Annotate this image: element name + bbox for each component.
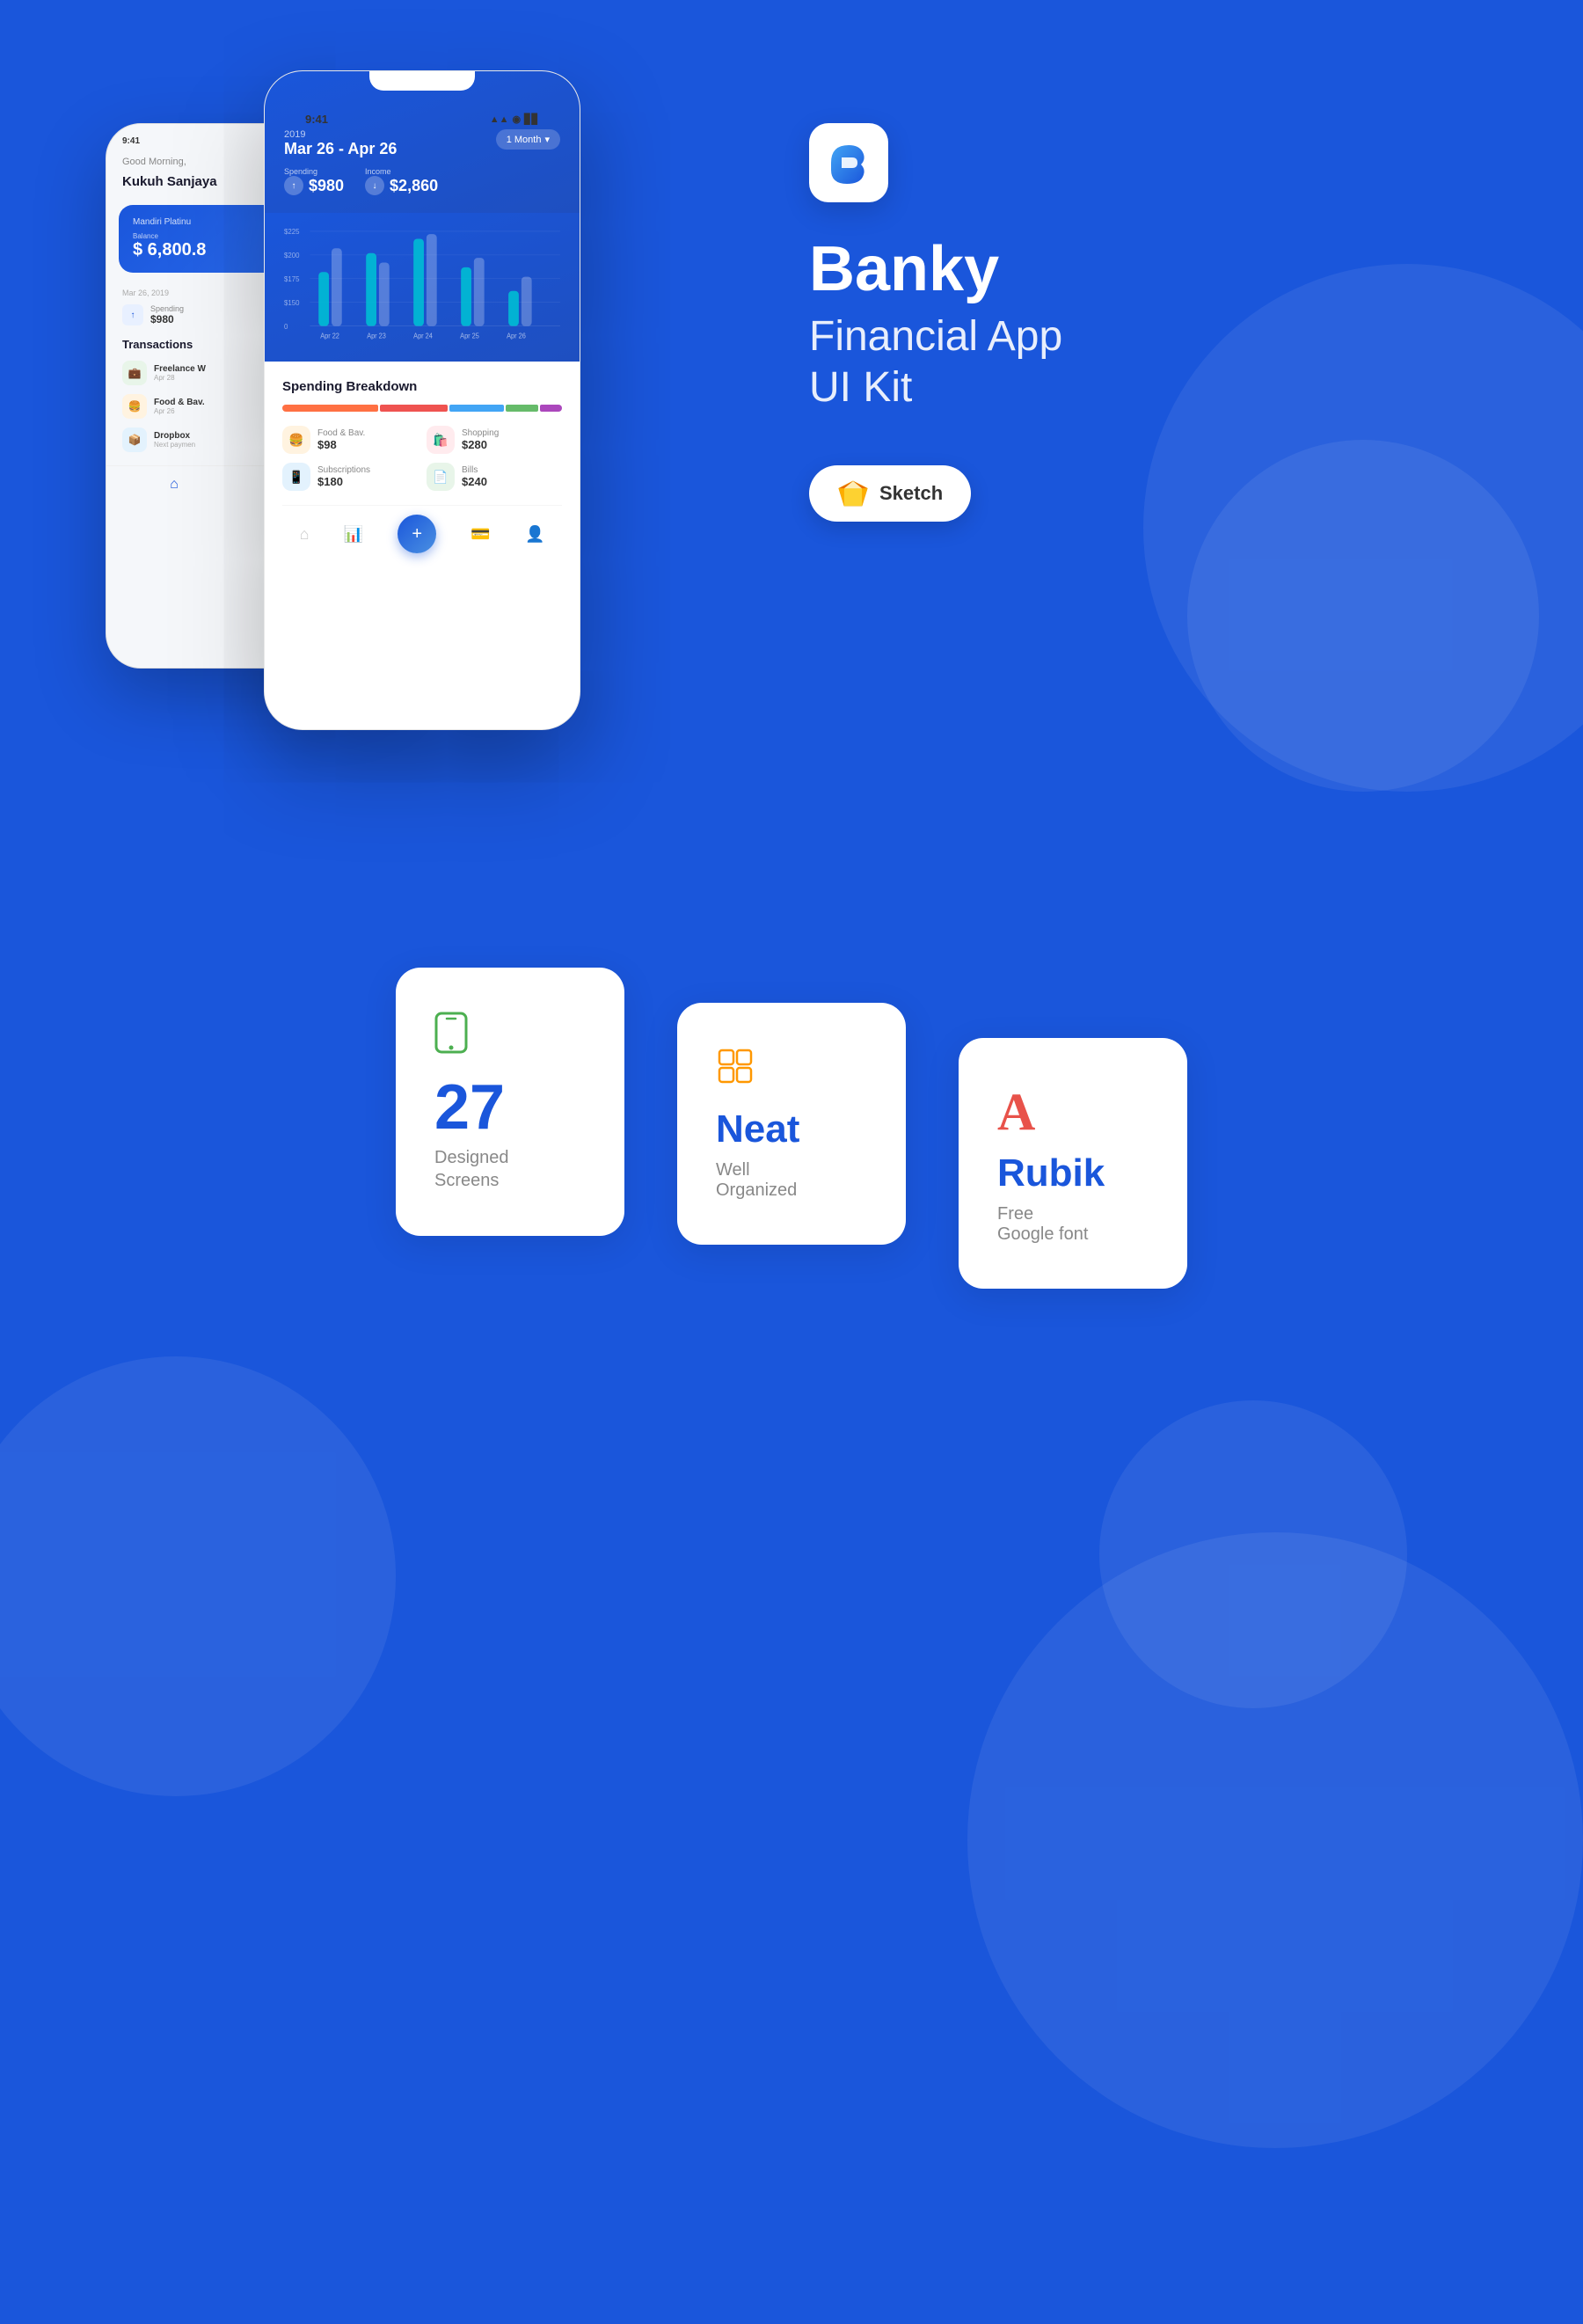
front-header-top: 2019 Mar 26 - Apr 26 1 Month ▾ — [284, 129, 560, 158]
chart-area: $225 $200 $175 $150 0 — [265, 213, 580, 362]
screens-number: 27 — [434, 1076, 586, 1139]
phone-notch — [369, 71, 475, 91]
breakdown-item-food: 🍔 Food & Bav. $98 — [282, 426, 418, 454]
bar-seg-food — [282, 405, 378, 412]
bar-seg-subscriptions — [449, 405, 504, 412]
svg-text:0: 0 — [284, 323, 288, 331]
back-tx-icon-1: 💼 — [122, 361, 147, 385]
chart-svg: $225 $200 $175 $150 0 — [284, 220, 560, 343]
feature-card-neat: Neat Well Organized — [677, 1003, 906, 1245]
subscriptions-icon: 📱 — [282, 463, 310, 491]
bar-seg-bills — [506, 405, 538, 412]
layers-icon-wrap — [716, 1047, 867, 1090]
breakdown-item-subscriptions: 📱 Subscriptions $180 — [282, 463, 418, 491]
breakdown-grid: 🍔 Food & Bav. $98 🛍️ Shopping $280 — [282, 426, 562, 491]
front-nav-home[interactable]: ⌂ — [300, 525, 310, 544]
front-nav-card[interactable]: 💳 — [471, 525, 490, 544]
sketch-badge[interactable]: Sketch — [809, 465, 971, 522]
shopping-icon: 🛍️ — [427, 426, 455, 454]
front-date-range: Mar 26 - Apr 26 — [284, 140, 397, 158]
font-name: Rubik — [997, 1151, 1149, 1195]
back-nav-home[interactable]: ⌂ — [170, 477, 179, 494]
breakdown-bar — [282, 405, 562, 412]
svg-text:Apr 22: Apr 22 — [320, 332, 339, 340]
breakdown-item-bills: 📄 Bills $240 — [427, 463, 562, 491]
svg-text:$200: $200 — [284, 252, 300, 259]
spending-breakdown-title: Spending Breakdown — [282, 379, 562, 394]
front-nav-profile[interactable]: 👤 — [525, 525, 544, 544]
back-tx-icon-3: 📦 — [122, 428, 147, 452]
font-letter-icon: A — [997, 1082, 1149, 1143]
front-year: 2019 — [284, 129, 397, 140]
front-nav-add-button[interactable]: + — [398, 515, 436, 553]
spending-stat: Spending ↑ $980 — [284, 167, 344, 195]
svg-text:Apr 23: Apr 23 — [367, 332, 386, 340]
right-content: Banky Financial App UI Kit Sketch — [721, 70, 1477, 522]
bar-seg-shopping — [380, 405, 449, 412]
layers-icon — [716, 1047, 755, 1085]
svg-text:Apr 24: Apr 24 — [413, 332, 433, 340]
period-label: 1 Month — [507, 135, 542, 145]
front-nav: ⌂ 📊 + 💳 👤 — [282, 505, 562, 567]
phone-icon-wrap — [434, 1012, 586, 1058]
font-desc: Free Google font — [997, 1204, 1149, 1245]
front-stats: Spending ↑ $980 Income ↓ $2,860 — [284, 167, 560, 195]
feature-card-screens: 27 Designed Screens — [396, 968, 624, 1236]
bar-seg-other — [540, 405, 562, 412]
income-value: $2,860 — [390, 177, 438, 195]
bills-icon: 📄 — [427, 463, 455, 491]
app-subtitle: Financial App UI Kit — [809, 311, 1477, 413]
svg-text:Apr 26: Apr 26 — [507, 332, 526, 340]
back-spending-icon: ↑ — [122, 304, 143, 325]
period-selector[interactable]: 1 Month ▾ — [496, 129, 560, 150]
features-section: 27 Designed Screens Neat Well Organized — [106, 968, 1477, 1289]
page-wrapper: 9:41 ▲ ◉ ▊ Good Morning, Kukuh Sanjaya M… — [0, 0, 1583, 2324]
front-status-icons: ▲▲ ◉ ▊▊ — [490, 113, 539, 125]
income-arrow: ↓ — [365, 176, 384, 195]
back-status-time: 9:41 — [122, 136, 140, 146]
spending-value: $980 — [309, 177, 344, 195]
front-body: Spending Breakdown 🍔 — [265, 362, 580, 567]
front-nav-chart[interactable]: 📊 — [344, 525, 363, 544]
sketch-icon — [837, 478, 869, 509]
svg-text:$225: $225 — [284, 228, 300, 236]
front-status-time: 9:41 — [305, 113, 328, 126]
app-icon-wrapper — [809, 123, 888, 202]
period-chevron: ▾ — [544, 134, 550, 145]
svg-text:$150: $150 — [284, 299, 300, 307]
svg-text:$175: $175 — [284, 275, 300, 283]
neat-subtitle: Well Organized — [716, 1160, 867, 1201]
phone-outline-icon — [434, 1012, 468, 1054]
front-status-bar: 9:41 ▲▲ ◉ ▊▊ — [284, 102, 560, 129]
app-icon-svg — [822, 136, 875, 189]
hero-section: 9:41 ▲ ◉ ▊ Good Morning, Kukuh Sanjaya M… — [106, 70, 1477, 862]
income-stat: Income ↓ $2,860 — [365, 167, 438, 195]
phone-front: 9:41 ▲▲ ◉ ▊▊ 2019 Mar 26 - Apr 26 — [264, 70, 580, 730]
spending-arrow: ↑ — [284, 176, 303, 195]
neat-title: Neat — [716, 1107, 867, 1151]
food-icon: 🍔 — [282, 426, 310, 454]
svg-text:Apr 25: Apr 25 — [460, 332, 479, 340]
screens-desc: Designed Screens — [434, 1146, 586, 1192]
front-header: 9:41 ▲▲ ◉ ▊▊ 2019 Mar 26 - Apr 26 — [265, 71, 580, 213]
breakdown-item-shopping: 🛍️ Shopping $280 — [427, 426, 562, 454]
back-tx-icon-2: 🍔 — [122, 394, 147, 419]
sketch-label: Sketch — [879, 482, 943, 505]
feature-card-font: A Rubik Free Google font — [959, 1038, 1187, 1289]
phones-area: 9:41 ▲ ◉ ▊ Good Morning, Kukuh Sanjaya M… — [106, 70, 721, 862]
app-title: Banky — [809, 238, 1477, 301]
